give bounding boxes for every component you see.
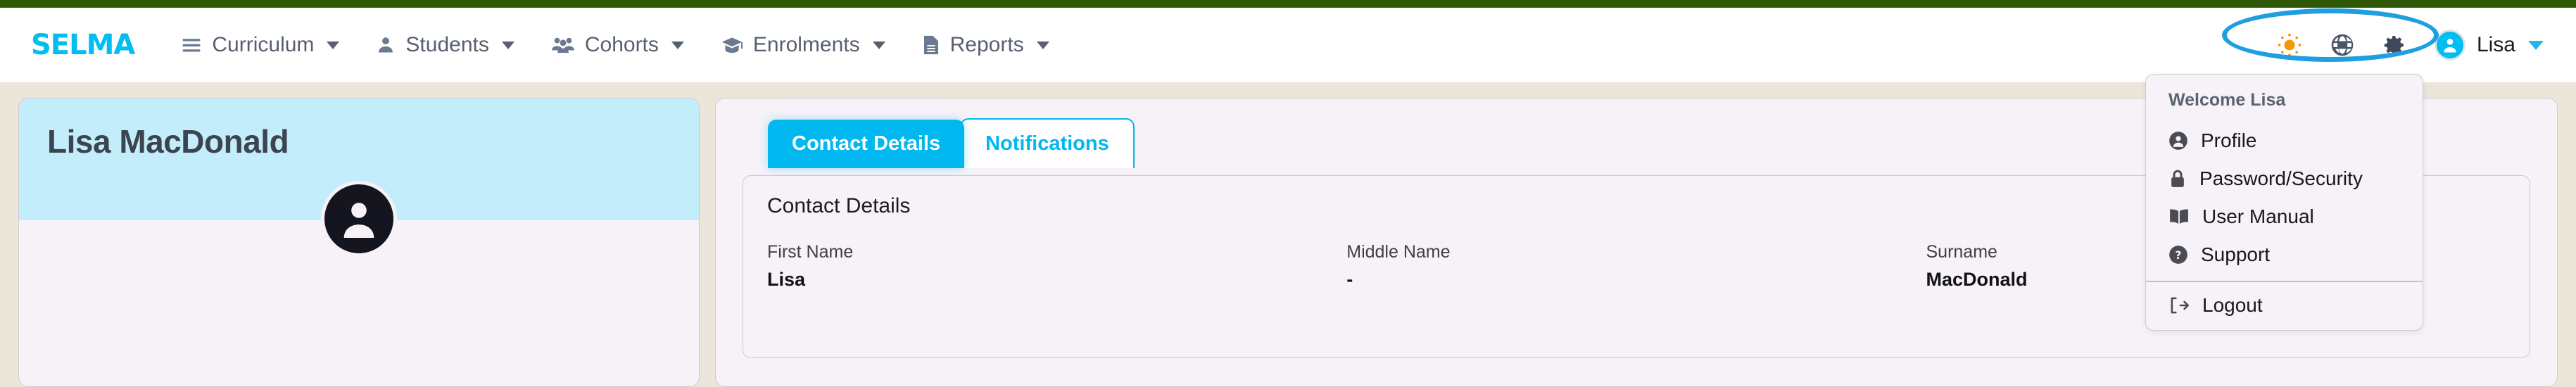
chevron-down-icon bbox=[2528, 40, 2544, 50]
sun-icon[interactable] bbox=[2277, 32, 2302, 58]
svg-text:?: ? bbox=[2175, 248, 2181, 262]
dropdown-label-password-security: Password/Security bbox=[2199, 167, 2363, 189]
page-title: Lisa MacDonald bbox=[47, 123, 289, 160]
user-dropdown-menu: Welcome Lisa Profile Password/Security U… bbox=[2145, 74, 2423, 331]
field-label-middle-name: Middle Name bbox=[1346, 242, 1451, 262]
document-icon bbox=[922, 34, 940, 56]
field-value-middle-name: - bbox=[1346, 269, 1353, 290]
chevron-down-icon bbox=[501, 41, 514, 49]
nav-label-reports: Reports bbox=[949, 33, 1024, 56]
nav-item-students[interactable]: Students bbox=[376, 33, 514, 57]
dropdown-label-support: Support bbox=[2201, 243, 2271, 265]
chevron-down-icon bbox=[872, 41, 885, 49]
dropdown-item-password-security[interactable]: Password/Security bbox=[2146, 160, 2423, 198]
main-navbar: SELMA Curriculum Students Cohorts Enrolm… bbox=[0, 8, 2576, 82]
tab-notifications[interactable]: Notifications bbox=[960, 118, 1135, 168]
dropdown-item-logout[interactable]: Logout bbox=[2146, 286, 2423, 324]
nav-item-reports[interactable]: Reports bbox=[922, 33, 1049, 57]
nav-item-enrolments[interactable]: Enrolments bbox=[721, 33, 885, 57]
globe-icon[interactable] bbox=[2330, 33, 2354, 57]
user-avatar-large-icon bbox=[321, 181, 397, 257]
nav-label-students: Students bbox=[405, 33, 489, 56]
dropdown-divider bbox=[2146, 281, 2423, 282]
field-middle-name: Middle Name - bbox=[1346, 242, 1926, 291]
person-circle-icon bbox=[2168, 131, 2188, 151]
brand-logo[interactable]: SELMA bbox=[31, 31, 135, 59]
nav-label-cohorts: Cohorts bbox=[584, 33, 659, 56]
nav-right-actions: Lisa bbox=[2277, 30, 2548, 61]
people-group-icon bbox=[551, 35, 575, 55]
tab-contact-details[interactable]: Contact Details bbox=[768, 120, 965, 168]
lock-icon bbox=[2168, 169, 2187, 189]
user-menu-trigger[interactable]: Lisa bbox=[2434, 30, 2548, 61]
chevron-down-icon bbox=[671, 41, 684, 49]
question-circle-icon: ? bbox=[2168, 245, 2188, 265]
profile-summary-card: Lisa MacDonald bbox=[18, 98, 700, 387]
nav-item-curriculum[interactable]: Curriculum bbox=[181, 33, 340, 57]
book-icon bbox=[2168, 208, 2190, 226]
gear-icon[interactable] bbox=[2382, 33, 2406, 57]
field-label-first-name: First Name bbox=[767, 242, 854, 262]
user-avatar-icon bbox=[2434, 30, 2465, 61]
user-menu-label: Lisa bbox=[2476, 33, 2515, 56]
top-accent-bar bbox=[0, 0, 2576, 8]
nav-label-curriculum: Curriculum bbox=[212, 33, 315, 56]
field-value-first-name: Lisa bbox=[767, 269, 806, 290]
dropdown-welcome-header: Welcome Lisa bbox=[2168, 90, 2286, 110]
dropdown-label-user-manual: User Manual bbox=[2202, 205, 2314, 227]
dropdown-item-profile[interactable]: Profile bbox=[2146, 122, 2423, 160]
nav-label-enrolments: Enrolments bbox=[752, 33, 860, 56]
graduation-cap-icon bbox=[721, 35, 743, 55]
dropdown-item-user-manual[interactable]: User Manual bbox=[2146, 198, 2423, 236]
nav-item-cohorts[interactable]: Cohorts bbox=[551, 33, 684, 57]
dropdown-item-support[interactable]: ? Support bbox=[2146, 236, 2423, 274]
chevron-down-icon bbox=[327, 41, 340, 49]
dropdown-label-profile: Profile bbox=[2201, 129, 2257, 151]
chevron-down-icon bbox=[1036, 41, 1049, 49]
field-first-name: First Name Lisa bbox=[767, 242, 1346, 291]
dropdown-label-logout: Logout bbox=[2202, 294, 2263, 316]
person-icon bbox=[376, 35, 396, 55]
logout-arrow-icon bbox=[2168, 296, 2190, 315]
hamburger-menu-icon bbox=[181, 34, 202, 56]
nav-items: Curriculum Students Cohorts Enrolments R… bbox=[181, 33, 1049, 57]
